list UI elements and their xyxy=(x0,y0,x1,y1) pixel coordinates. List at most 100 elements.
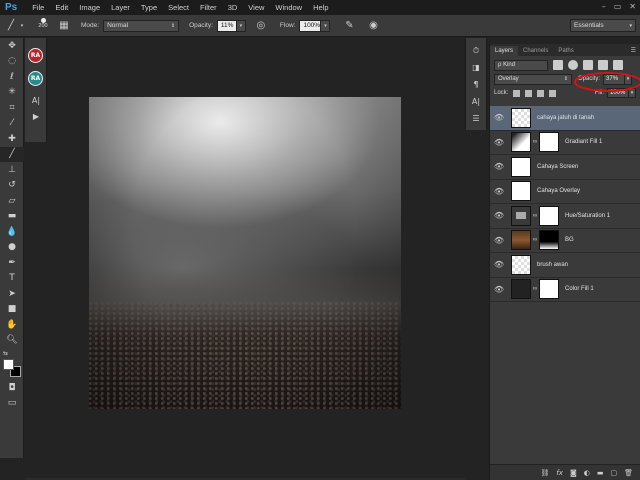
brush-tool-icon[interactable]: ╱ xyxy=(0,146,24,162)
tab-paths[interactable]: Paths xyxy=(553,46,578,56)
healing-tool-icon[interactable]: ✚ xyxy=(0,131,24,147)
link-icon[interactable]: ⛓ xyxy=(540,469,549,477)
visibility-eye-icon[interactable]: 👁︎ xyxy=(490,211,508,220)
hand-tool-icon[interactable]: ✋ xyxy=(0,317,24,333)
layer-filter-select[interactable]: ρ Kind xyxy=(494,59,548,71)
brush-preset-picker[interactable]: 200 xyxy=(35,17,51,35)
blend-mode-select[interactable]: Overlay ⇕ xyxy=(494,73,572,85)
play-icon[interactable]: ▶ xyxy=(25,108,47,124)
character-icon[interactable]: A| xyxy=(466,93,486,110)
tab-layers[interactable]: Layers xyxy=(490,46,519,56)
visibility-eye-icon[interactable]: 👁︎ xyxy=(490,285,508,294)
opacity-dropdown[interactable]: ▾ xyxy=(236,19,246,32)
layer-row[interactable]: 👁︎ brush awan xyxy=(490,253,640,278)
properties-icon[interactable]: ◨ xyxy=(466,59,486,76)
move-tool-icon[interactable]: ✥ xyxy=(0,38,24,54)
visibility-eye-icon[interactable]: 👁︎ xyxy=(490,236,508,245)
pixel-filter-icon[interactable] xyxy=(553,60,563,70)
layer-row[interactable]: 👁︎ ∞ Hue/Saturation 1 xyxy=(490,204,640,229)
folder-icon[interactable]: ▬ xyxy=(597,469,604,477)
visibility-eye-icon[interactable]: 👁︎ xyxy=(490,113,508,122)
quick-mask-icon[interactable]: ◘ xyxy=(0,380,24,396)
lock-position-icon[interactable] xyxy=(537,89,545,97)
marquee-tool-icon[interactable]: ◌ xyxy=(0,54,24,70)
adjustment-icon[interactable]: ◐ xyxy=(584,469,590,477)
trash-icon[interactable]: 🗑︎ xyxy=(624,469,633,477)
flow-dropdown[interactable]: ▾ xyxy=(321,19,331,32)
menu-view[interactable]: View xyxy=(243,3,270,12)
lock-image-icon[interactable] xyxy=(525,89,533,97)
smart-filter-icon[interactable] xyxy=(613,60,623,70)
path-selection-tool-icon[interactable]: ➤ xyxy=(0,286,24,302)
type-tool-icon[interactable]: T xyxy=(0,271,24,287)
badge-ra-red[interactable]: RA xyxy=(28,48,43,63)
airbrush-icon[interactable]: ✎ xyxy=(342,19,356,33)
paragraph-icon[interactable]: ¶ xyxy=(466,76,486,93)
layer-row[interactable]: 👁︎ Cahaya Overlay xyxy=(490,180,640,204)
menu-image[interactable]: Image xyxy=(74,3,106,12)
close-button[interactable]: ✕ xyxy=(629,2,636,11)
menu-file[interactable]: File xyxy=(27,3,50,12)
layer-row[interactable]: 👁︎ ∞ Color Fill 1 xyxy=(490,278,640,302)
tab-channels[interactable]: Channels xyxy=(518,46,553,56)
type-filter-icon[interactable] xyxy=(583,60,593,70)
menu-help[interactable]: Help xyxy=(308,3,334,12)
visibility-eye-icon[interactable]: 👁︎ xyxy=(490,260,508,269)
maximize-button[interactable]: ▭ xyxy=(614,2,622,11)
menu-type[interactable]: Type xyxy=(136,3,163,12)
shape-filter-icon[interactable] xyxy=(598,60,608,70)
mask-icon[interactable]: ◙ xyxy=(570,469,577,477)
workspace-switcher[interactable]: Essentials ▾ xyxy=(570,19,636,32)
character-panel-icon[interactable]: A| xyxy=(25,92,47,108)
menu-filter[interactable]: Filter xyxy=(195,3,223,12)
gradient-tool-icon[interactable]: ▬ xyxy=(0,209,24,225)
document-canvas[interactable] xyxy=(89,97,401,409)
menu-select[interactable]: Select xyxy=(163,3,195,12)
adjustment-filter-icon[interactable] xyxy=(568,60,578,70)
screen-mode-icon[interactable]: ▭ xyxy=(0,396,24,412)
color-swatches[interactable] xyxy=(0,358,24,380)
swap-colors-icon[interactable]: ⇆ xyxy=(0,348,24,358)
shape-tool-icon[interactable]: ■ xyxy=(0,302,24,318)
menu-window[interactable]: Window xyxy=(270,3,308,12)
eyedropper-tool-icon[interactable]: ⁄ xyxy=(0,116,24,132)
adjustments-icon[interactable]: ☰ xyxy=(466,110,486,127)
history-brush-tool-icon[interactable]: ↺ xyxy=(0,178,24,194)
chevron-down-icon[interactable]: ▾ xyxy=(19,19,25,33)
opacity-field[interactable]: 11% xyxy=(216,19,237,32)
dodge-tool-icon[interactable]: ● xyxy=(0,240,24,256)
pen-tool-icon[interactable]: ✒ xyxy=(0,255,24,271)
blur-tool-icon[interactable]: 💧 xyxy=(0,224,24,240)
pressure-size-icon[interactable]: ◉ xyxy=(366,19,380,33)
visibility-eye-icon[interactable]: 👁︎ xyxy=(490,187,508,196)
crop-tool-icon[interactable]: ⌗ xyxy=(0,100,24,116)
menu-edit[interactable]: Edit xyxy=(50,3,74,12)
layer-row[interactable]: 👁︎ ∞ BG xyxy=(490,229,640,253)
mode-select[interactable]: Normal ⇕ xyxy=(103,19,180,32)
panel-menu-icon[interactable]: ☰ xyxy=(627,45,640,56)
eraser-tool-icon[interactable]: ▱ xyxy=(0,193,24,209)
minimize-button[interactable]: – xyxy=(602,2,606,11)
history-icon[interactable]: ⏱ xyxy=(466,42,486,59)
lock-transparent-icon[interactable] xyxy=(513,89,521,97)
layer-row[interactable]: 👁︎ ∞ Gradiant Fill 1 xyxy=(490,131,640,155)
foreground-color-swatch[interactable] xyxy=(3,359,14,370)
visibility-eye-icon[interactable]: 👁︎ xyxy=(490,138,508,147)
clone-stamp-tool-icon[interactable]: ⊥ xyxy=(0,162,24,178)
lasso-tool-icon[interactable]: ℓ xyxy=(0,69,24,85)
menu-layer[interactable]: Layer xyxy=(106,3,136,12)
badge-ra-teal[interactable]: RA xyxy=(28,71,43,86)
lock-all-icon[interactable] xyxy=(549,89,557,97)
quick-select-tool-icon[interactable]: ✳ xyxy=(0,85,24,101)
brush-panel-icon[interactable]: ▦ xyxy=(57,19,71,33)
layer-row[interactable]: 👁︎ Cahaya Screen xyxy=(490,155,640,180)
fx-icon[interactable]: fx xyxy=(556,469,563,477)
visibility-eye-icon[interactable]: 👁︎ xyxy=(490,162,508,171)
layer-row[interactable]: 👁︎ cahaya jatuh di tanah xyxy=(490,106,640,131)
flow-field[interactable]: 100% xyxy=(299,19,322,32)
zoom-tool-icon[interactable]: 🔍︎ xyxy=(0,333,24,349)
menu-3d[interactable]: 3D xyxy=(223,3,244,12)
pressure-opacity-icon[interactable]: ◎ xyxy=(254,19,268,33)
brush-tool-icon[interactable]: ╱ xyxy=(4,19,18,33)
new-layer-icon[interactable]: ▢ xyxy=(610,469,617,477)
